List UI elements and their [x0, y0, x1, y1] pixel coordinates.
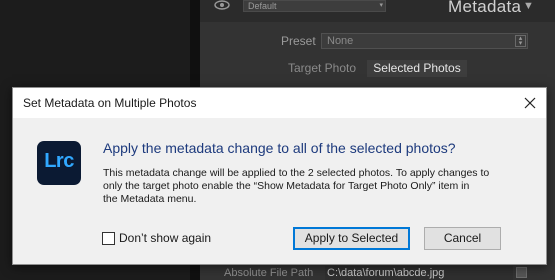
dialog-titlebar: Set Metadata on Multiple Photos [13, 88, 546, 118]
preset-select[interactable]: None ▴ ▾ [321, 33, 528, 49]
dialog-question: Apply the metadata change to all of the … [103, 140, 456, 156]
dont-show-again-checkbox[interactable] [102, 232, 115, 245]
cancel-button[interactable]: Cancel [424, 227, 501, 250]
dont-show-again-label[interactable]: Don’t show again [119, 231, 211, 245]
preset-label: Preset [281, 34, 316, 48]
file-path-value: C:\data\forum\abcde.jpg [325, 266, 513, 280]
lightroom-classic-logo: Lrc [37, 141, 81, 185]
tab-target-photo[interactable]: Target Photo [285, 60, 359, 77]
chevron-down-icon: ▾ [379, 2, 383, 9]
file-path-label: Absolute File Path [224, 267, 314, 279]
apply-to-selected-button[interactable]: Apply to Selected [293, 227, 410, 250]
metadata-view-select[interactable]: Default ▾ [243, 0, 386, 12]
panel-title: Metadata [448, 0, 522, 16]
eye-icon[interactable] [213, 0, 231, 12]
dialog-title: Set Metadata on Multiple Photos [23, 96, 197, 110]
go-to-file-button[interactable] [516, 267, 527, 278]
dialog-detail: This metadata change will be applied to … [103, 167, 513, 206]
metadata-view-value: Default [248, 1, 277, 11]
detail-line: This metadata change will be applied to … [103, 167, 490, 179]
detail-line: only the target photo enable the “Show M… [103, 180, 470, 192]
close-icon[interactable] [522, 95, 538, 111]
tab-selected-photos[interactable]: Selected Photos [367, 60, 467, 77]
logo-text: Lrc [44, 150, 74, 172]
preset-value: None [327, 35, 354, 47]
collapse-triangle-icon[interactable]: ▼ [523, 0, 534, 12]
up-down-icon: ▴ ▾ [515, 35, 526, 47]
detail-line: the Metadata menu. [103, 193, 197, 205]
set-metadata-dialog: Set Metadata on Multiple Photos Lrc Appl… [12, 87, 547, 265]
